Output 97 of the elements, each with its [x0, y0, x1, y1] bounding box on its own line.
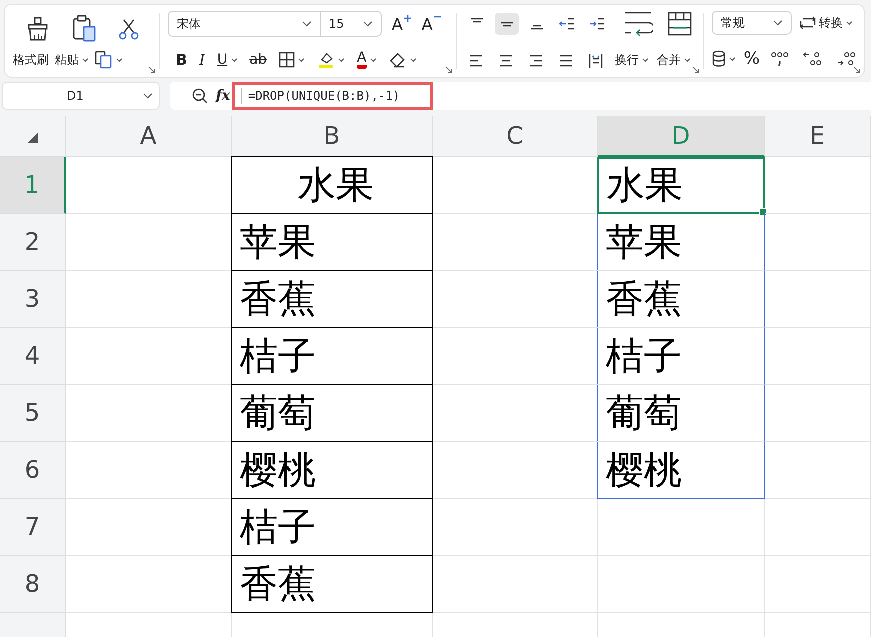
format-painter-button[interactable]: 格式刷: [13, 52, 49, 68]
number-format-dropdown[interactable]: 常规: [712, 11, 792, 35]
increase-font-button[interactable]: A: [392, 14, 412, 34]
row-header[interactable]: 4: [0, 328, 66, 385]
wrap-text-button[interactable]: 换行: [614, 52, 649, 69]
increase-decimal-icon[interactable]: [803, 50, 823, 68]
chevron-icon: [362, 21, 373, 27]
name-box[interactable]: D1: [2, 82, 160, 110]
align-lines-icon: [468, 17, 485, 24]
table-cell: 香蕉: [231, 270, 433, 328]
table-cell: 樱桃: [231, 441, 433, 499]
table-cell: 香蕉: [597, 271, 765, 328]
font-name-dropdown[interactable]: 宋体: [168, 12, 321, 36]
column-header[interactable]: E: [765, 116, 871, 157]
function-label[interactable]: fx: [216, 88, 230, 104]
caret-icon: [846, 20, 853, 26]
eraser-button[interactable]: [388, 52, 417, 68]
align-lines-icon: [588, 17, 605, 31]
table-cell: 苹果: [231, 213, 433, 271]
align-lines-icon[interactable]: [528, 54, 544, 68]
percent-button[interactable]: %: [744, 49, 760, 69]
fill-color-button[interactable]: [317, 51, 346, 69]
caret-icon: [684, 58, 691, 63]
table-cell: 樱桃: [597, 442, 765, 499]
table-cell: 苹果: [597, 214, 765, 271]
chevron-icon: [772, 20, 783, 26]
distributed-indent-icon[interactable]: [588, 52, 604, 68]
font-color-button[interactable]: A: [357, 51, 377, 69]
database-icon: [712, 50, 726, 68]
column-header[interactable]: B: [232, 116, 433, 157]
align-lines-icon: [498, 20, 515, 28]
caret-icon: [298, 58, 306, 62]
row-header[interactable]: 5: [0, 385, 66, 442]
column-header[interactable]: A: [66, 116, 232, 157]
fill-handle[interactable]: [759, 208, 767, 216]
grid-icon: [279, 52, 296, 68]
underline-button[interactable]: U: [217, 52, 238, 68]
row-header[interactable]: 2: [0, 214, 66, 271]
borders-button[interactable]: [279, 52, 306, 68]
merge-button[interactable]: 合并: [656, 52, 691, 69]
decrease-font-button[interactable]: A: [422, 14, 442, 34]
row-header[interactable]: 3: [0, 271, 66, 328]
dialog-launcher-icon[interactable]: [148, 66, 156, 74]
convert-button[interactable]: 转换: [800, 14, 853, 32]
align-lines-icon[interactable]: [498, 54, 514, 68]
caret-icon: [370, 58, 377, 62]
copy-icon: [95, 51, 113, 69]
align-lines-icon[interactable]: [558, 54, 574, 68]
row-header[interactable]: 6: [0, 442, 66, 499]
clipboard-icon[interactable]: [72, 15, 98, 43]
column-header[interactable]: C: [433, 116, 598, 157]
chevron-icon: [143, 93, 153, 99]
wrap-text-icon[interactable]: [622, 11, 653, 37]
caret-icon: [410, 58, 417, 62]
bold-button[interactable]: B: [176, 51, 188, 69]
table-cell: 桔子: [231, 498, 433, 556]
align-lines-icon: [528, 24, 545, 31]
copy-button[interactable]: [95, 51, 123, 69]
caret-icon: [230, 58, 238, 62]
table-cell: 桔子: [597, 328, 765, 385]
row-header[interactable]: 7: [0, 499, 66, 556]
dialog-launcher-icon[interactable]: [692, 66, 700, 74]
paste-button[interactable]: 粘贴: [55, 52, 89, 68]
caret-icon: [338, 58, 346, 62]
table-cell: 葡萄: [597, 385, 765, 442]
table-cell: 水果: [597, 157, 765, 214]
table-cell: 桔子: [231, 327, 433, 385]
select-all-icon[interactable]: [26, 132, 38, 144]
thousands-separator-icon[interactable]: [771, 51, 789, 67]
align-button[interactable]: [494, 13, 519, 35]
caret-icon: [82, 58, 89, 62]
minus-icon: [434, 14, 442, 18]
caret-icon: [728, 56, 736, 62]
caret-icon: [642, 58, 649, 63]
dialog-launcher-icon[interactable]: [444, 66, 453, 74]
align-lines-icon[interactable]: [468, 54, 484, 68]
strikethrough-button[interactable]: ab: [250, 52, 268, 68]
scissors-icon[interactable]: [119, 18, 140, 40]
font-size-dropdown[interactable]: 15: [320, 12, 381, 36]
row-header[interactable]: 8: [0, 556, 66, 613]
currency-button[interactable]: [712, 50, 736, 68]
dialog-launcher-icon[interactable]: [853, 66, 861, 74]
eraser-icon: [388, 52, 407, 68]
merge-cells-icon[interactable]: [666, 11, 693, 37]
zoom-icon[interactable]: [192, 88, 208, 104]
align-lines-icon: [558, 17, 575, 31]
decrease-decimal-icon[interactable]: [837, 50, 857, 68]
table-cell: 水果: [231, 156, 433, 214]
paint-bucket-icon: [317, 51, 336, 69]
caret-icon: [116, 58, 123, 62]
table-cell: 葡萄: [231, 384, 433, 442]
plus-icon: [404, 14, 412, 22]
table-cell: 香蕉: [231, 555, 433, 613]
formula-input[interactable]: =DROP(UNIQUE(B:B),-1): [232, 82, 434, 110]
chevron-icon: [302, 21, 312, 27]
italic-button[interactable]: I: [199, 51, 206, 69]
swap-arrows-icon: [800, 16, 816, 30]
